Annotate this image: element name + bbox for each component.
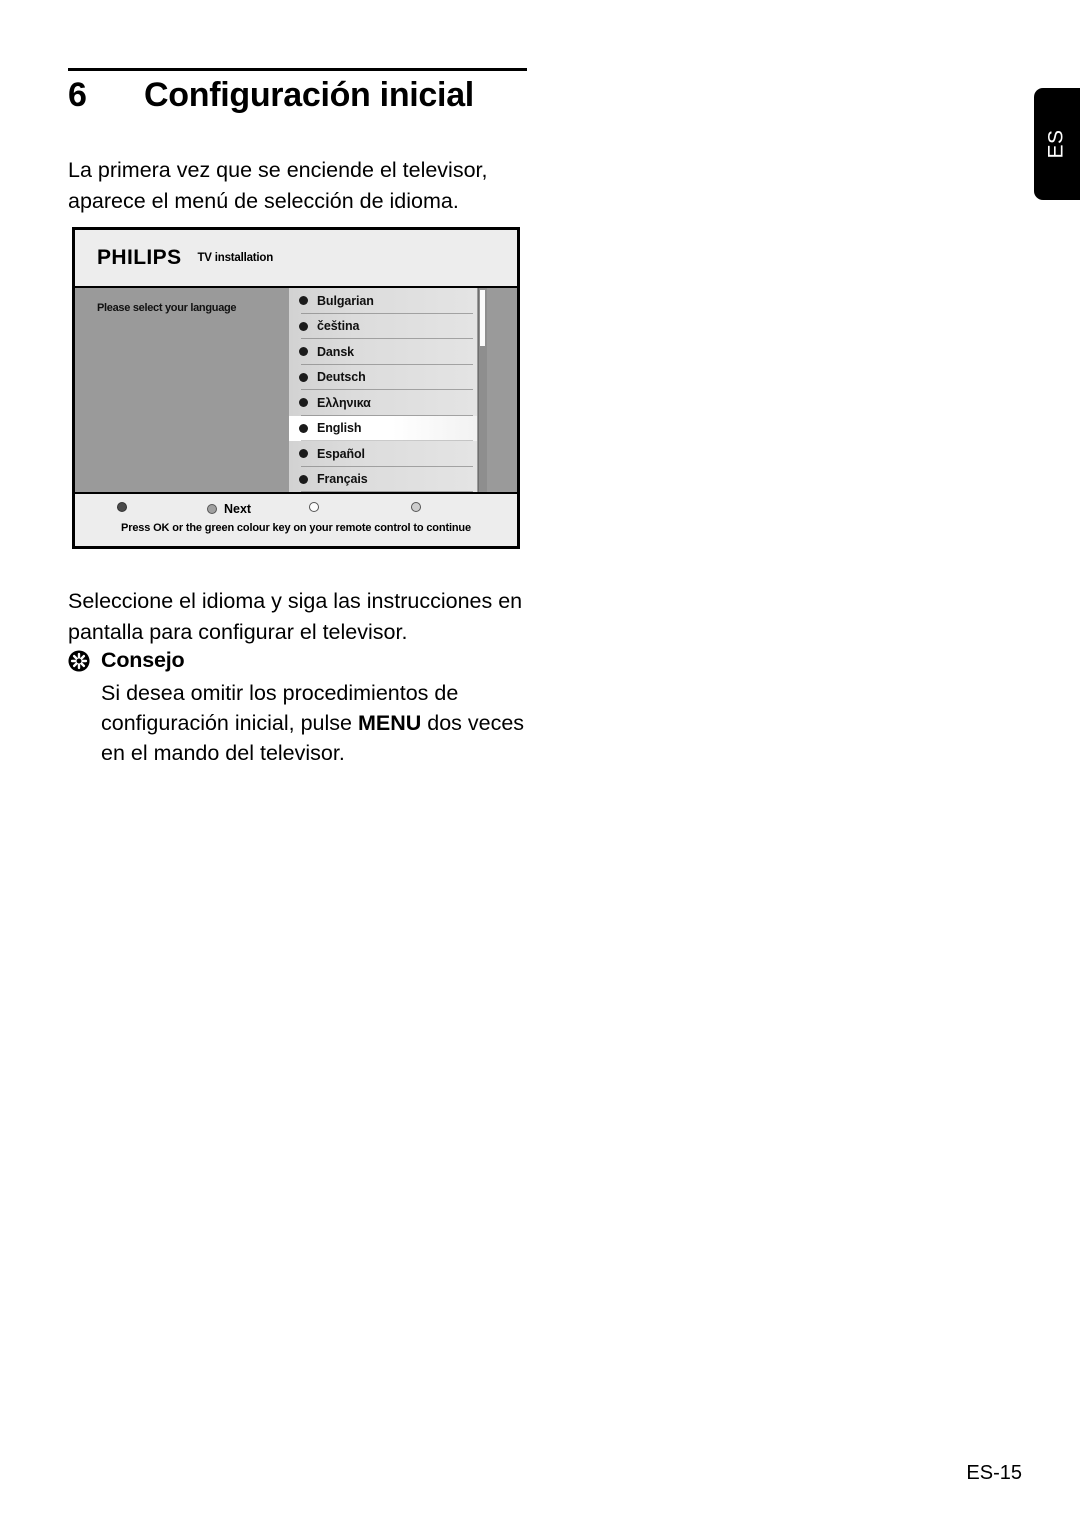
chapter-number: 6	[68, 76, 87, 114]
tip-text: Si desea omitir los procedimientos de co…	[101, 678, 538, 768]
language-list-item[interactable]: Ελληνικα	[289, 390, 477, 416]
color-key-green[interactable]: Next	[207, 502, 251, 516]
language-list-item-label: Bulgarian	[317, 293, 374, 308]
page-title: 6 Configuración inicial	[68, 76, 538, 115]
language-list-scrollbar[interactable]	[478, 288, 487, 492]
language-list-item[interactable]: Español	[289, 441, 477, 467]
language-list-item[interactable]: English	[289, 415, 477, 441]
tv-screen-header: PHILIPS TV installation	[75, 230, 517, 288]
bullet-icon	[299, 372, 308, 382]
bullet-icon	[299, 347, 308, 357]
color-key-blue[interactable]	[411, 502, 421, 512]
color-key-bar: Next	[75, 494, 517, 520]
green-key-icon	[207, 504, 217, 514]
color-key-label: Next	[224, 502, 252, 516]
bullet-icon	[299, 423, 308, 433]
tip-emphasis: MENU	[357, 711, 422, 735]
language-prompt: Please select your language	[97, 302, 237, 314]
chapter-title: Configuración inicial	[144, 76, 474, 114]
blue-key-icon	[411, 502, 421, 512]
language-list-item[interactable]: Dansk	[289, 339, 477, 365]
language-list-item-label: Français	[317, 472, 368, 487]
bullet-icon	[299, 449, 308, 459]
bullet-icon	[299, 296, 308, 306]
bullet-icon	[299, 398, 308, 408]
language-list-item-label: Deutsch	[317, 370, 366, 385]
language-list-item-label: Dansk	[317, 344, 355, 359]
tv-installation-screenshot: PHILIPS TV installation Please select yo…	[72, 227, 520, 549]
tv-screen-body: Please select your language Bulgarian češ…	[75, 288, 517, 492]
tv-screen-hint: Press OK or the green colour key on your…	[121, 522, 471, 534]
bullet-icon	[299, 321, 308, 331]
tip-title: Consejo	[101, 648, 185, 672]
manual-page: { "edge_tab": { "label": "ES" }, "chapte…	[0, 0, 1080, 1527]
language-list-item[interactable]: Deutsch	[289, 365, 477, 390]
tip-header: Consejo	[68, 648, 538, 673]
page-number: ES-15	[966, 1462, 1022, 1484]
bullet-icon	[299, 474, 308, 484]
language-list-item[interactable]: Bulgarian	[289, 288, 477, 314]
color-key-yellow[interactable]	[309, 502, 319, 512]
language-list-item-label: Ελληνικα	[317, 395, 371, 410]
tv-screen-footer: Next Press OK or the green colour key on…	[75, 492, 517, 546]
asterisk-badge-icon	[68, 649, 90, 672]
language-list[interactable]: Bulgarian čeština Dansk Deutsch Ελληνικα Engl…	[289, 288, 477, 492]
color-key-red[interactable]	[117, 502, 127, 512]
red-key-icon	[117, 502, 127, 512]
language-list-wrap: Bulgarian čeština Dansk Deutsch Ελληνικα Engl…	[289, 288, 487, 492]
philips-logo: PHILIPS	[97, 246, 182, 269]
language-list-item-label: English	[317, 421, 362, 436]
language-list-item-label: čeština	[317, 319, 360, 334]
tip-block: Consejo Si desea omitir los procedimient…	[68, 648, 538, 790]
tv-screen-title: TV installation	[197, 252, 274, 264]
language-list-item-label: Español	[317, 446, 365, 461]
yellow-key-icon	[309, 502, 319, 512]
language-list-item[interactable]: čeština	[289, 314, 477, 339]
intro-paragraph: La primera vez que se enciende el televi…	[68, 157, 488, 213]
edge-language-tab: ES	[1034, 88, 1080, 200]
scrollbar-thumb[interactable]	[480, 290, 485, 346]
body-paragraph: Seleccione el idioma y siga las instrucc…	[68, 588, 523, 644]
edge-language-tab-label: ES	[1044, 129, 1068, 159]
chapter-rule	[68, 68, 527, 71]
language-list-item[interactable]: Français	[289, 467, 477, 492]
